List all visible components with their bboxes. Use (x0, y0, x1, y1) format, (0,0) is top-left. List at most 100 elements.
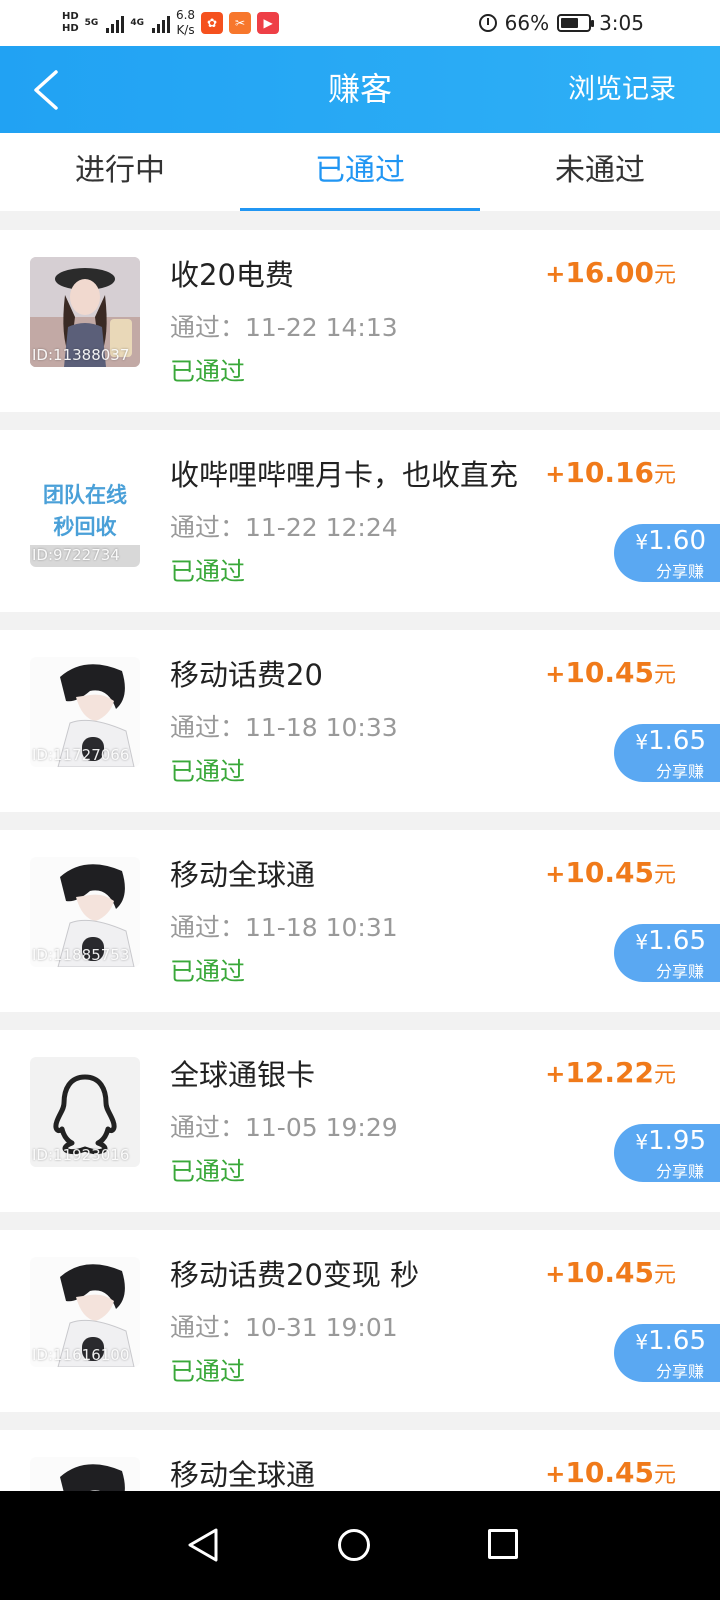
nav-recent-icon[interactable] (488, 1529, 518, 1559)
share-earn-button[interactable]: ¥1.60 分享赚 (614, 524, 720, 582)
reward-unit: 元 (653, 1063, 676, 1088)
reward-plus: + (545, 860, 566, 888)
approved-date: 通过：11-05 19:29 (170, 1113, 398, 1142)
share-yen: ¥ (635, 1130, 649, 1154)
status-label: 已通过 (170, 357, 246, 386)
task-card[interactable]: ID:11727066 移动话费20 通过：11-18 10:33 已通过 +1… (0, 630, 720, 812)
battery-fill (561, 18, 579, 28)
share-amount: ¥1.60 (635, 526, 706, 556)
status-left: HD HD 5G 4G 6.8 K/s ✿ ✂ ▶ (62, 6, 280, 40)
reward-unit: 元 (653, 1463, 676, 1488)
share-value: 1.65 (648, 926, 706, 956)
status-label: 已通过 (170, 1357, 246, 1386)
task-name: 移动话费20 (170, 658, 323, 692)
approved-date: 通过：11-22 12:24 (170, 513, 398, 542)
task-card[interactable]: ID:11388037 收20电费 通过：11-22 14:13 已通过 +16… (0, 230, 720, 412)
reward-amount: +10.45元 (545, 1256, 676, 1289)
browse-history-link[interactable]: 浏览记录 (568, 46, 676, 133)
task-id: ID:11388037 (32, 346, 130, 364)
reward-amount: +10.45元 (545, 856, 676, 889)
reward-unit: 元 (653, 263, 676, 288)
status-tabs: 进行中 已通过 未通过 (0, 133, 720, 211)
task-name: 移动全球通 (170, 858, 316, 892)
share-label: 分享赚 (655, 1162, 704, 1181)
task-id: ID:9722734 (32, 546, 120, 564)
app-notification-icon-2: ✂ (229, 12, 252, 34)
share-value: 1.95 (648, 1126, 706, 1156)
reward-value: 16.00 (565, 256, 654, 289)
tab-in-progress[interactable]: 进行中 (0, 133, 240, 211)
share-yen: ¥ (635, 930, 649, 954)
status-label: 已通过 (170, 957, 246, 986)
task-name: 收20电费 (170, 258, 294, 292)
app-header: 赚客 浏览记录 (0, 46, 720, 133)
battery-percent: 66% (504, 11, 550, 35)
share-label: 分享赚 (655, 562, 704, 581)
reward-plus: + (545, 260, 566, 288)
nav-home-icon[interactable] (338, 1529, 370, 1561)
task-thumbnail: ID:11923016 (30, 1057, 140, 1167)
hd-label-2: HD (62, 23, 79, 34)
app-notification-icon-3: ▶ (257, 12, 280, 34)
share-yen: ¥ (635, 730, 649, 754)
share-label: 分享赚 (655, 1362, 704, 1381)
status-right: 66% 3:05 (478, 8, 644, 38)
reward-plus: + (545, 1260, 566, 1288)
task-name: 全球通银卡 (170, 1058, 316, 1092)
clock: 3:05 (599, 11, 644, 35)
nav-back-icon[interactable] (186, 1527, 220, 1563)
reward-value: 10.45 (565, 1456, 654, 1489)
share-amount: ¥1.65 (635, 926, 706, 956)
reward-amount: +10.45元 (545, 656, 676, 689)
task-thumbnail: ID:11388037 (30, 257, 140, 367)
share-earn-button[interactable]: ¥1.95 分享赚 (614, 1124, 720, 1182)
reward-amount: +16.00元 (545, 256, 676, 289)
task-name: 收哔哩哔哩月卡，也收直充 (170, 458, 519, 492)
reward-unit: 元 (653, 663, 676, 688)
network-speed-value: 6.8 (175, 8, 196, 22)
task-card[interactable]: ID:11885753 移动全球通 通过：11-18 10:31 已通过 +10… (0, 830, 720, 1012)
hd-indicator: HD HD (62, 11, 79, 35)
status-bar: HD HD 5G 4G 6.8 K/s ✿ ✂ ▶ 66% 3:05 (0, 0, 720, 46)
reward-plus: + (545, 1060, 566, 1088)
system-nav-bar (0, 1491, 720, 1600)
share-earn-button[interactable]: ¥1.65 分享赚 (614, 1324, 720, 1382)
reward-value: 10.45 (565, 656, 654, 689)
task-list: ID:11388037 收20电费 通过：11-22 14:13 已通过 +16… (0, 230, 720, 1600)
share-yen: ¥ (635, 530, 649, 554)
approved-date: 通过：10-31 19:01 (170, 1313, 398, 1342)
network-speed-unit: K/s (176, 23, 195, 37)
thumbnail-text-line-2: 秒回收 (53, 515, 117, 539)
task-card[interactable]: ID:11616100 移动话费20变现 秒 通过：10-31 19:01 已通… (0, 1230, 720, 1412)
reward-unit: 元 (653, 863, 676, 888)
hd-label-1: HD (62, 11, 79, 22)
share-amount: ¥1.65 (635, 1326, 706, 1356)
tab-approved[interactable]: 已通过 (240, 133, 480, 211)
reward-unit: 元 (653, 1263, 676, 1288)
alarm-icon (478, 14, 497, 32)
app-notification-icon-1: ✿ (201, 12, 224, 34)
reward-plus: + (545, 660, 566, 688)
task-name: 移动全球通 (170, 1458, 316, 1492)
task-id: ID:11885753 (32, 946, 130, 964)
share-earn-button[interactable]: ¥1.65 分享赚 (614, 724, 720, 782)
reward-amount: +10.16元 (545, 456, 676, 489)
task-name: 移动话费20变现 秒 (170, 1258, 420, 1292)
task-id: ID:11727066 (32, 746, 130, 764)
share-value: 1.65 (648, 1326, 706, 1356)
reward-unit: 元 (653, 463, 676, 488)
approved-date: 通过：11-18 10:33 (170, 713, 398, 742)
task-card[interactable]: ID:11923016 全球通银卡 通过：11-05 19:29 已通过 +12… (0, 1030, 720, 1212)
signal-icon (106, 13, 125, 33)
reward-plus: + (545, 460, 566, 488)
task-thumbnail: ID:11616100 (30, 1257, 140, 1367)
tab-rejected[interactable]: 未通过 (480, 133, 720, 211)
share-yen: ¥ (635, 1330, 649, 1354)
approved-date: 通过：11-22 14:13 (170, 313, 398, 342)
share-earn-button[interactable]: ¥1.65 分享赚 (614, 924, 720, 982)
reward-amount: +10.45元 (545, 1456, 676, 1489)
network-type-1: 5G (84, 18, 99, 28)
task-card[interactable]: 团队在线 秒回收 ID:9722734 收哔哩哔哩月卡，也收直充 通过：11-2… (0, 430, 720, 612)
signal-icon-2 (151, 13, 170, 33)
approved-date: 通过：11-18 10:31 (170, 913, 398, 942)
